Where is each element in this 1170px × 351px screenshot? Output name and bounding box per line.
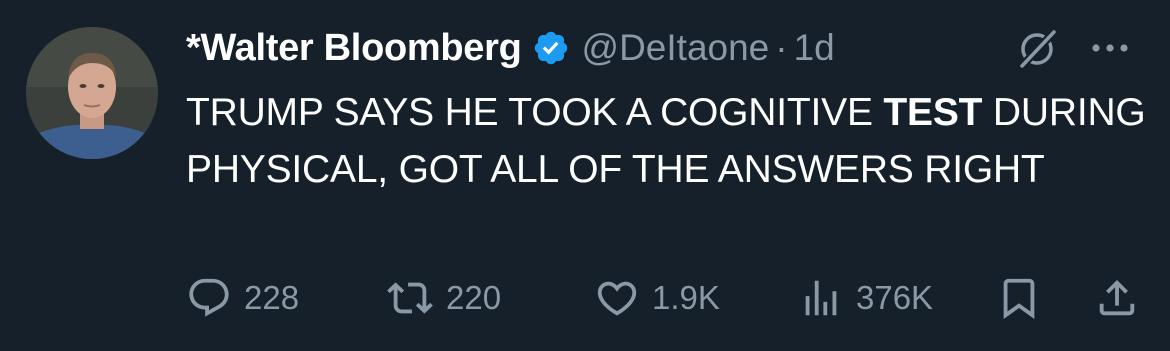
repost-count: 220 bbox=[446, 279, 502, 316]
views-button[interactable]: 376K bbox=[798, 268, 933, 328]
avatar[interactable] bbox=[26, 27, 158, 159]
views-icon bbox=[798, 275, 844, 321]
separator-dot: · bbox=[775, 27, 788, 68]
author-display-name[interactable]: *Walter Bloomberg bbox=[186, 27, 522, 70]
reply-icon bbox=[186, 275, 232, 321]
more-options-icon[interactable] bbox=[1087, 28, 1133, 68]
repost-icon bbox=[386, 275, 434, 321]
share-icon bbox=[1094, 275, 1140, 321]
like-icon bbox=[594, 275, 640, 321]
tweet-text-bold: TEST bbox=[883, 91, 983, 134]
bookmark-button[interactable] bbox=[996, 268, 1042, 328]
repost-button[interactable]: 220 bbox=[386, 268, 501, 328]
verified-badge-icon[interactable] bbox=[532, 29, 570, 67]
action-bar: 228 220 1.9K 376K bbox=[186, 268, 1146, 328]
tweet-timestamp[interactable]: 1d bbox=[794, 27, 835, 69]
tweet-text-part: TRUMP SAYS HE TOOK A COGNITIVE bbox=[186, 91, 884, 134]
like-button[interactable]: 1.9K bbox=[594, 268, 720, 328]
reply-button[interactable]: 228 bbox=[186, 268, 299, 328]
tweet-header: *Walter Bloomberg @DeItaone · 1d bbox=[186, 22, 835, 74]
tweet-text: TRUMP SAYS HE TOOK A COGNITIVE TEST DURI… bbox=[186, 84, 1146, 198]
tweet-card[interactable]: *Walter Bloomberg @DeItaone · 1d TRUMP S… bbox=[0, 0, 1170, 351]
like-count: 1.9K bbox=[652, 279, 720, 316]
share-button[interactable] bbox=[1094, 268, 1140, 328]
grok-icon[interactable] bbox=[1014, 26, 1060, 72]
bookmark-icon bbox=[996, 275, 1042, 321]
author-handle[interactable]: @DeItaone bbox=[582, 27, 770, 69]
reply-count: 228 bbox=[244, 279, 300, 316]
views-count: 376K bbox=[856, 279, 934, 316]
